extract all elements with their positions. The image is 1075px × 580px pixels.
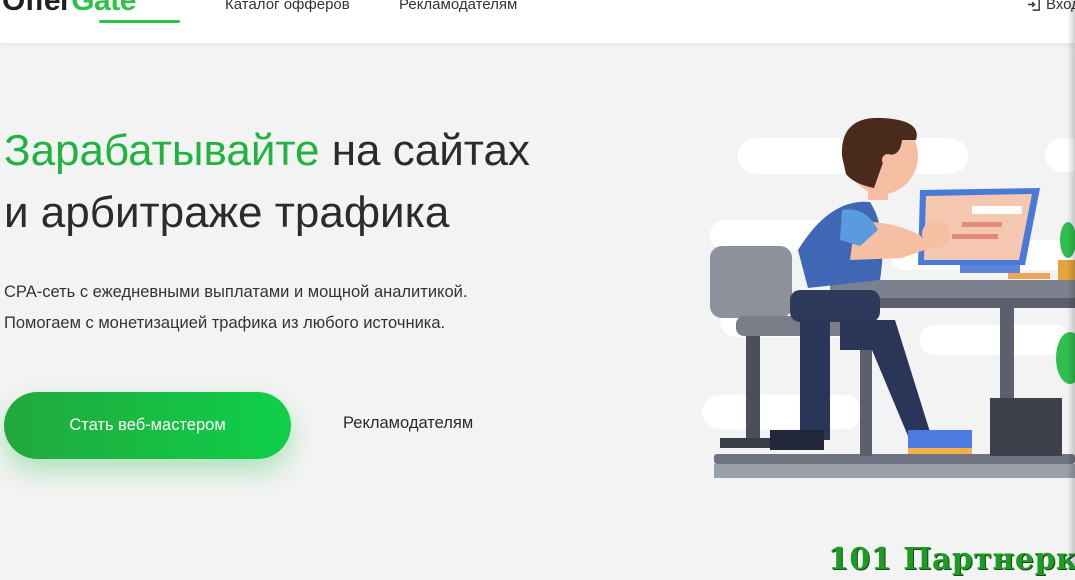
hero-title-accent: Зарабатывайте: [4, 126, 320, 175]
hero-subtitle: CPA-сеть с ежедневными выплатами и мощно…: [4, 277, 624, 339]
edge-shade: [1067, 0, 1075, 565]
hero-title-line2: и арбитраже трафика: [4, 188, 450, 237]
hero-illustration: [702, 117, 1075, 478]
hero-subtitle-line1: CPA-сеть с ежедневными выплатами и мощно…: [4, 283, 468, 301]
site-header: OfferGate Каталог офферов Рекламодателям…: [0, 0, 1075, 43]
advertisers-link[interactable]: Рекламодателям: [343, 414, 473, 433]
nav-catalog-offers[interactable]: Каталог офферов: [225, 0, 350, 13]
chair-back: [710, 246, 792, 318]
hero-title: Зарабатывайте на сайтах и арбитраже траф…: [4, 120, 644, 244]
box: [990, 398, 1062, 456]
login-icon: [1027, 0, 1040, 11]
hero-subtitle-line2: Помогаем с монетизацией трафика из любог…: [4, 314, 446, 332]
logo-text-offer: Offer: [2, 0, 72, 17]
logo-underline: [99, 20, 180, 23]
nav-advertisers[interactable]: Рекламодателям: [399, 0, 517, 13]
logo[interactable]: OfferGate: [2, 0, 136, 20]
hero-title-rest: на сайтах: [319, 126, 530, 175]
watermark-text: 101 Партнерка: [828, 542, 1075, 577]
become-webmaster-button[interactable]: Стать веб-мастером: [4, 392, 291, 459]
logo-text-gate: Gate: [71, 0, 136, 17]
